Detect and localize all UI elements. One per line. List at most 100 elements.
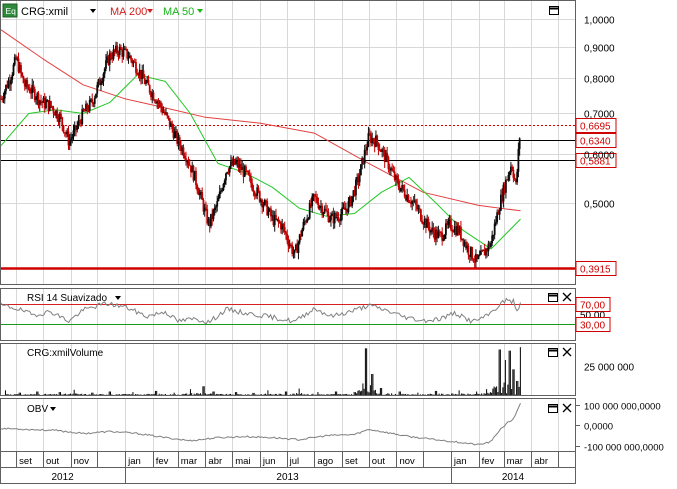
candle-body — [355, 179, 357, 196]
candle-body — [517, 149, 520, 172]
candle-body — [228, 166, 231, 173]
month-label: jun — [262, 456, 276, 467]
candle-body — [430, 230, 432, 233]
candle-body — [328, 220, 331, 222]
month-label: mar — [181, 456, 197, 467]
month-label: abr — [534, 456, 548, 467]
price-tick-label: 0,7000 — [584, 110, 615, 121]
candle-body — [277, 218, 280, 222]
month-label: out — [372, 456, 386, 467]
candle-body — [12, 64, 15, 75]
candle-body — [341, 207, 344, 215]
obv-tick-label: 100 000 000,0000 — [584, 402, 661, 413]
candle-body — [40, 100, 42, 102]
candle-body — [201, 191, 204, 200]
candle-body — [471, 247, 474, 260]
candle-body — [126, 49, 129, 59]
candle-body — [443, 234, 446, 239]
candle-body — [420, 209, 422, 221]
candle-body — [218, 191, 221, 199]
candle-body — [363, 149, 366, 164]
candle-body — [148, 85, 151, 93]
candle-body — [82, 108, 85, 111]
candle-body — [322, 212, 325, 215]
candle-body — [447, 221, 450, 225]
candle-body — [472, 259, 475, 262]
candle-body — [173, 131, 176, 139]
candle-body — [91, 99, 94, 103]
candle-body — [286, 234, 289, 241]
candle-body — [245, 166, 247, 171]
candle-body — [302, 221, 305, 230]
candle-body — [198, 192, 201, 195]
month-label: jul — [289, 456, 300, 467]
candle-body — [340, 214, 342, 222]
month-label: abr — [208, 456, 222, 467]
month-label: ago — [317, 456, 333, 467]
candle-body — [285, 232, 287, 235]
candle-body — [185, 158, 187, 162]
stock-chart: 0,66950,63400,58810,3915 70,0050,0030,00… — [0, 0, 664, 484]
month-label: mai — [235, 456, 250, 467]
candle-body — [283, 226, 286, 233]
candle-body — [86, 103, 89, 110]
level-tag-label: 0,6695 — [580, 122, 611, 133]
candle-body — [72, 130, 75, 138]
candle-body — [161, 107, 164, 113]
rsi-title: RSI 14 Suavizado — [27, 293, 107, 304]
candle-body — [52, 107, 55, 113]
candle-body — [160, 102, 162, 108]
candle-body — [495, 222, 497, 224]
candle-body — [27, 87, 30, 89]
candle-body — [105, 60, 107, 69]
candle-body — [50, 101, 52, 107]
candle-body — [71, 137, 74, 139]
symbol-label[interactable]: CRG:xmil — [21, 6, 68, 18]
candle-body — [26, 80, 29, 88]
candle-body — [265, 200, 267, 202]
candle-body — [445, 223, 447, 235]
candle-body — [183, 156, 186, 159]
candle-body — [61, 117, 64, 126]
candle-body — [508, 172, 511, 176]
candle-body — [257, 187, 260, 192]
candle-body — [222, 184, 225, 191]
candle-body — [60, 113, 62, 118]
candle-body — [56, 110, 59, 120]
obv-tick-label: -100 000 000,0000 — [584, 443, 664, 454]
candle-body — [250, 176, 252, 184]
candle-body — [153, 100, 156, 102]
candle-body — [396, 175, 399, 180]
candle-body — [512, 169, 515, 178]
candle-body — [360, 164, 362, 176]
candle-body — [22, 76, 25, 84]
candle-body — [460, 226, 462, 240]
candle-body — [195, 170, 197, 186]
candle-body — [418, 208, 421, 210]
candle-body — [147, 79, 150, 86]
candle-body — [467, 245, 470, 255]
candle-body — [187, 161, 190, 165]
candle-body — [28, 88, 31, 93]
price-tick-label: 0,9000 — [584, 44, 615, 55]
candle-body — [292, 252, 295, 254]
candle-body — [366, 146, 369, 151]
candle-body — [145, 82, 147, 84]
year-label: 2014 — [502, 472, 525, 483]
rsi-level-label: 30,00 — [580, 321, 605, 332]
candle-body — [166, 112, 169, 116]
candle-body — [451, 229, 454, 232]
candle-body — [120, 47, 122, 50]
candle-body — [182, 147, 185, 157]
ma200-label[interactable]: MA 200 — [110, 6, 147, 18]
candle-body — [196, 185, 199, 191]
candle-body — [95, 93, 97, 99]
candle-body — [81, 108, 84, 125]
candle-body — [376, 135, 379, 143]
candle-body — [316, 197, 319, 204]
candle-body — [402, 185, 405, 190]
candle-body — [386, 152, 389, 158]
candle-body — [3, 91, 6, 99]
candle-body — [96, 84, 99, 94]
ma50-label[interactable]: MA 50 — [163, 6, 194, 18]
